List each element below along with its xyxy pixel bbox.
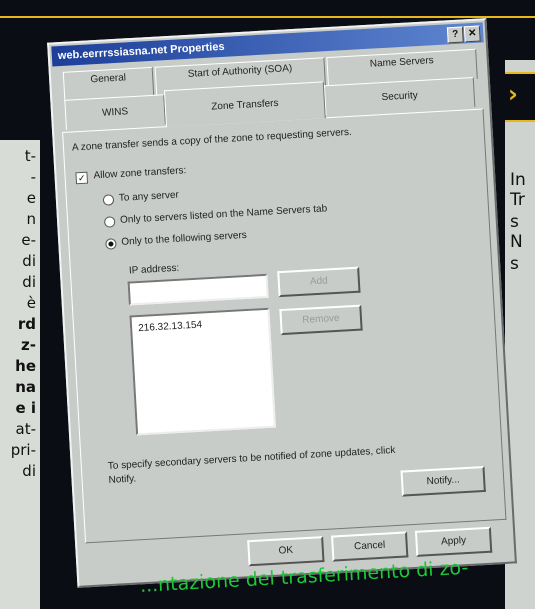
radio-any-server-label: To any server bbox=[118, 189, 180, 204]
left-article-column: t- - e n e- di di è rd z- he na e i at- … bbox=[0, 140, 40, 609]
left-line: at- bbox=[15, 420, 37, 438]
apply-button[interactable]: Apply bbox=[414, 526, 493, 557]
right-line: In bbox=[510, 170, 526, 190]
ok-button[interactable]: OK bbox=[247, 536, 325, 567]
notify-description: To specify secondary servers to be notif… bbox=[107, 444, 396, 472]
radio-following-servers-label: Only to the following servers bbox=[121, 229, 248, 248]
left-line: - bbox=[30, 168, 36, 186]
left-line: n bbox=[26, 210, 36, 228]
close-button[interactable]: ✕ bbox=[463, 25, 481, 43]
left-line: di bbox=[22, 252, 36, 270]
left-line: e bbox=[26, 189, 36, 207]
cancel-button[interactable]: Cancel bbox=[331, 531, 409, 562]
zone-transfers-panel: A zone transfer sends a copy of the zone… bbox=[62, 108, 507, 544]
ip-address-list[interactable]: 216.32.13.154 bbox=[129, 307, 276, 436]
tab-wins[interactable]: WINS bbox=[64, 94, 166, 130]
left-line: di bbox=[22, 273, 36, 291]
right-line: Tr bbox=[510, 190, 525, 210]
list-item[interactable]: 216.32.13.154 bbox=[138, 320, 202, 335]
left-line: pri- bbox=[10, 441, 36, 459]
notify-button[interactable]: Notify... bbox=[400, 465, 486, 497]
ip-address-input[interactable] bbox=[127, 273, 269, 306]
left-line: e i bbox=[15, 399, 36, 417]
left-line: na bbox=[15, 378, 36, 396]
window-title: web.eerrrssiasna.net Properties bbox=[57, 40, 225, 63]
left-line: z- bbox=[21, 336, 36, 354]
allow-transfers-label: Allow zone transfers: bbox=[93, 165, 187, 182]
right-line: N bbox=[510, 232, 523, 252]
radio-any-server[interactable] bbox=[102, 194, 115, 206]
right-line: s bbox=[510, 254, 519, 274]
add-button[interactable]: Add bbox=[277, 266, 361, 298]
left-line: e- bbox=[21, 231, 36, 249]
help-button[interactable]: ? bbox=[446, 26, 464, 44]
radio-following-servers[interactable] bbox=[105, 238, 117, 250]
left-line: di bbox=[22, 462, 36, 480]
remove-button[interactable]: Remove bbox=[279, 304, 363, 336]
right-section-header: › bbox=[505, 72, 535, 122]
radio-name-servers[interactable] bbox=[103, 216, 116, 228]
properties-dialog: web.eerrrssiasna.net Properties ? ✕ Gene… bbox=[47, 18, 517, 588]
notify-description-cont: Notify. bbox=[108, 473, 137, 486]
radio-name-servers-label: Only to servers listed on the Name Serve… bbox=[119, 203, 328, 226]
left-line: rd bbox=[17, 315, 36, 333]
ip-address-label: IP address: bbox=[128, 262, 180, 277]
allow-transfers-checkbox[interactable]: ✓ bbox=[75, 171, 89, 185]
properties-dialog-wrapper: web.eerrrssiasna.net Properties ? ✕ Gene… bbox=[47, 18, 517, 588]
left-line: è bbox=[26, 294, 36, 312]
chevron-right-icon: › bbox=[508, 80, 518, 108]
header-rule bbox=[0, 16, 535, 18]
right-line: s bbox=[510, 212, 519, 232]
left-line: t- bbox=[24, 147, 36, 165]
zone-description: A zone transfer sends a copy of the zone… bbox=[71, 126, 353, 154]
left-line: he bbox=[15, 357, 36, 375]
